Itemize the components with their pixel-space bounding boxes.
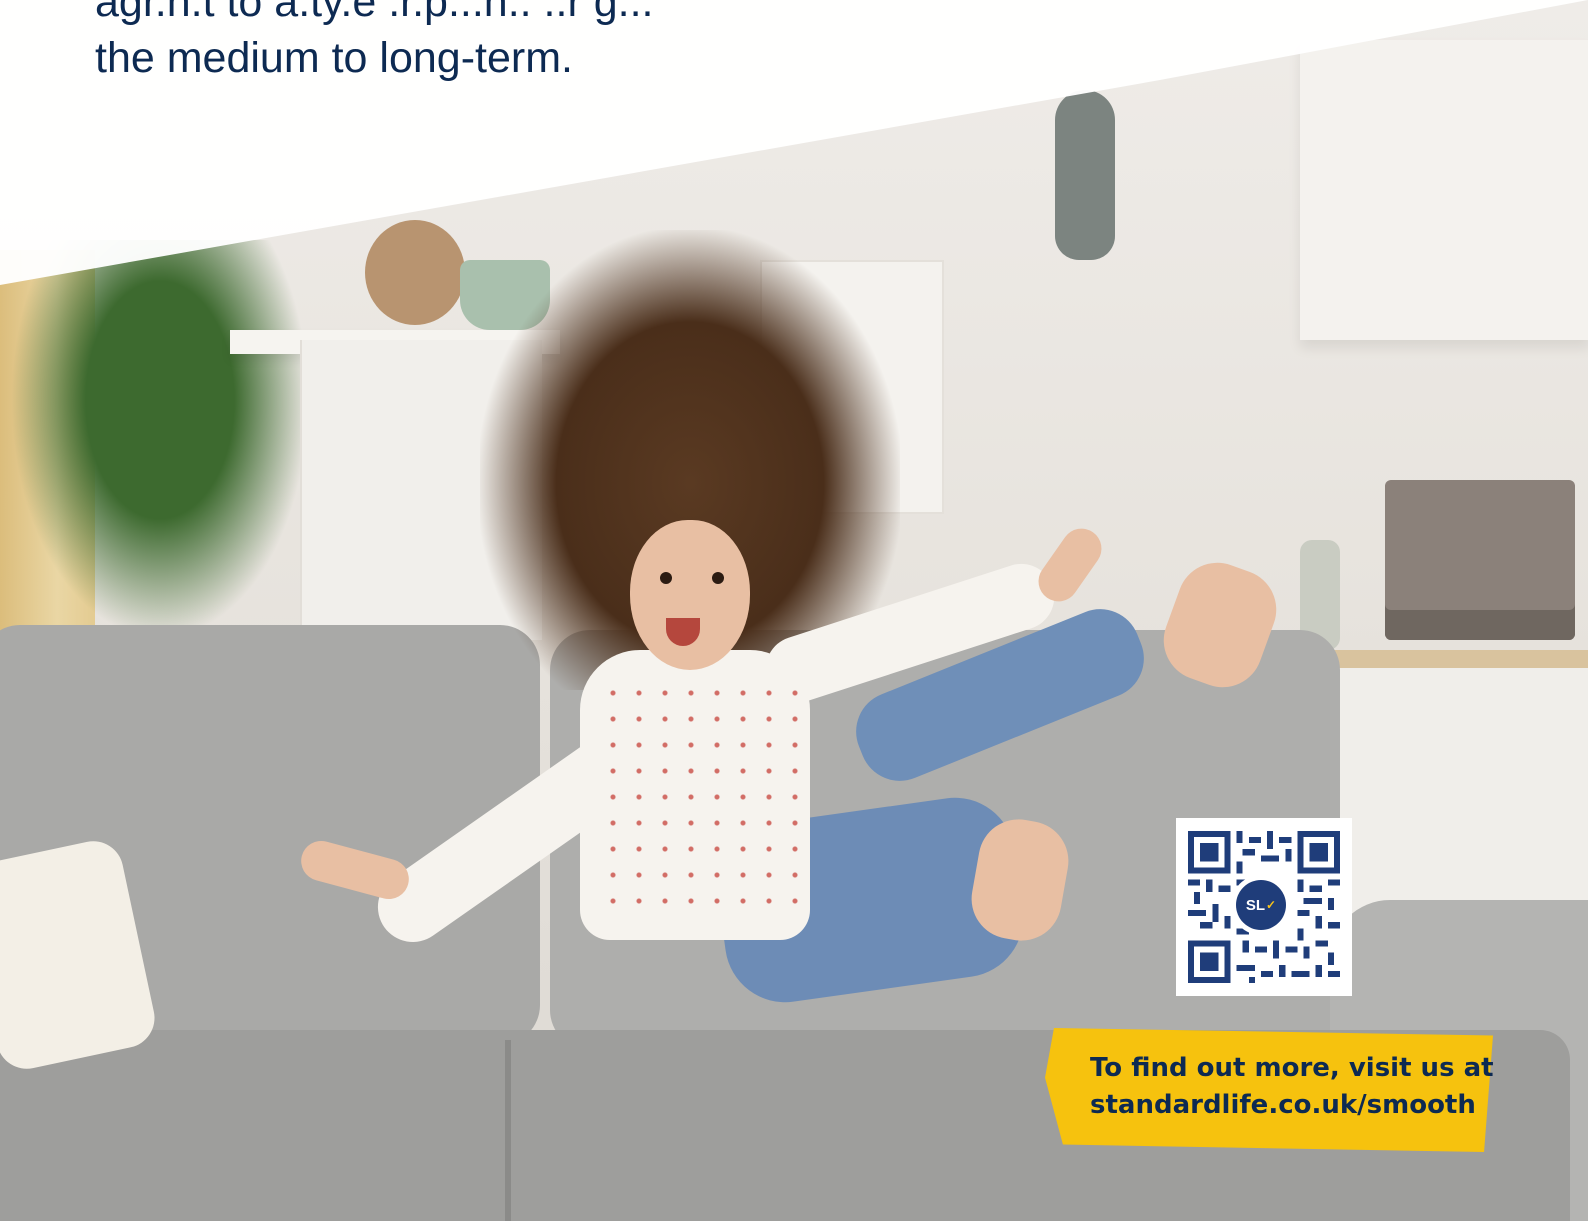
advert-page: agr.n.t to a.ty.e .r.p...n.. ..r g... th… — [0, 0, 1588, 1221]
standard-life-logo-badge: SL ✓ — [1236, 880, 1286, 930]
shirt-heart-pattern — [600, 680, 800, 920]
cta-text[interactable]: To find out more, visit us at standardli… — [1090, 1050, 1494, 1124]
cta-line-1: To find out more, visit us at — [1090, 1053, 1494, 1083]
child-face — [630, 520, 750, 670]
record-player — [1385, 480, 1575, 640]
deer-head-decor — [1055, 90, 1115, 260]
wood-decor — [365, 220, 465, 325]
child-eye-left — [660, 572, 672, 584]
cta-url-link[interactable]: standardlife.co.uk/smooth — [1090, 1087, 1490, 1124]
intro-line-full: the medium to long-term. — [95, 34, 573, 82]
intro-line-partial: agr.n.t to a.ty.e .r.p...n.. ..r g... — [95, 0, 654, 26]
upper-cabinet — [1300, 40, 1588, 340]
counter-top — [1300, 650, 1588, 668]
sofa-seat-split — [505, 1040, 511, 1221]
house-plant — [10, 240, 310, 640]
logo-tick-icon: ✓ — [1266, 898, 1277, 912]
logo-badge-text: SL — [1245, 896, 1266, 914]
child-eye-right — [712, 572, 724, 584]
intro-text: agr.n.t to a.ty.e .r.p...n.. ..r g... th… — [95, 0, 653, 86]
